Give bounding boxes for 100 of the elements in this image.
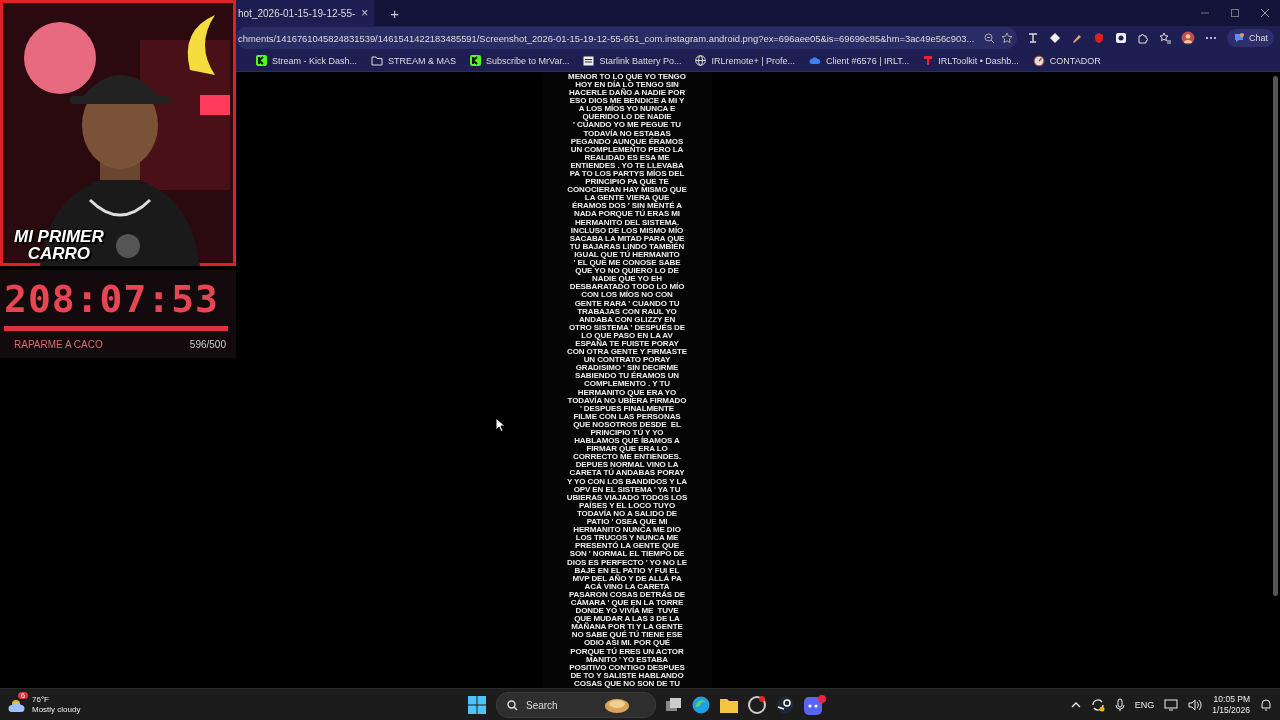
folder-icon (371, 55, 384, 66)
chat-button[interactable]: Chat (1227, 29, 1274, 48)
story-text-line: HERMANITO NUNCA ME DIO (573, 526, 681, 535)
story-text-line: POSITIVO CONTIGO DESPUES (569, 663, 685, 672)
globe-icon (695, 55, 707, 67)
diamond-icon[interactable] (1049, 32, 1061, 45)
story-text-line: LO QUE PASO EN LA AV (581, 331, 673, 340)
search-icon[interactable] (507, 699, 518, 711)
kick-icon (256, 55, 267, 67)
story-text-line: ' CUANDO YO ME PEGUE TU (573, 121, 681, 130)
browser-tab[interactable]: hot_2026-01-15-19-12-55- × (236, 0, 375, 26)
story-text-line: PEGANDO AUNQUE ÉRAMOS (570, 137, 684, 146)
close-icon[interactable] (1260, 8, 1270, 18)
story-text-line: DIOS ES PERFECTO ' YO NO LE (567, 558, 687, 567)
story-text-line: NADA PORQUE TÚ ERAS MI (574, 210, 680, 219)
caption-text: MI PRIMER (14, 228, 104, 245)
speaker-icon[interactable] (1188, 699, 1203, 711)
language-indicator[interactable]: ENG (1134, 700, 1155, 710)
story-text-line: CARETA TÚ ANDABAS PORAY (569, 469, 685, 478)
star-icon[interactable] (1001, 32, 1013, 45)
story-text-line: DONDE YO VIVÍA ME TUVE (575, 607, 679, 616)
bookmark[interactable]: STREAM & MAS (371, 55, 457, 66)
folder-icon[interactable] (720, 697, 738, 713)
monitor-icon[interactable] (1164, 699, 1179, 711)
story-text-line: DE TO Y SALISTE HABLANDO (570, 671, 684, 680)
gauge-icon (1032, 55, 1045, 67)
pen-icon[interactable] (1071, 32, 1083, 45)
bookmark[interactable]: CONTADOR (1032, 55, 1101, 67)
story-text-line: CONOCIERAN HAY MISMO QUE (567, 186, 687, 195)
app-icon[interactable] (748, 696, 766, 714)
edge-icon[interactable] (692, 696, 710, 714)
story-text-line: DESBARATADO TODO LO MÍO (569, 283, 685, 292)
story-text-line: HERMANITO DEL SISTEMA. (574, 218, 680, 227)
story-text-line: TODAVÍA NO ESTABAS (583, 129, 671, 138)
story-text-line: FIRMAR QUE ERA LO (586, 445, 668, 454)
story-text-line: MENOR TO LO QUE YO TENGO (568, 72, 686, 81)
bookmark[interactable]: Subscribe to MrVar... (470, 55, 570, 67)
notifications-icon[interactable] (1260, 699, 1272, 711)
start-icon[interactable] (468, 696, 486, 714)
story-text-line: QUERIDO LO DE NADIE (582, 113, 672, 122)
task-view-icon[interactable] (666, 698, 682, 712)
story-text-line: PORQUE TÚ ERES UN ACTOR (570, 647, 684, 656)
address-bar[interactable]: chments/1416761045824831539/1461541422183485591/Screenshot_2026-01-15-19-12-55-651_com.instagram.android.png?ex=696aee05&is=69699c85&hm=3ac49e56c903... (236, 27, 1017, 50)
bookmark[interactable]: IRLremote+ | Profe... (695, 55, 796, 67)
countdown-timer: 208:07:53 (4, 276, 220, 322)
extension-icon[interactable] (1115, 32, 1127, 45)
story-text-line: COSAS QUE NO SON DE TU (574, 679, 680, 688)
story-text-line: Y YO CON LOS BANDIDOS Y LA (567, 477, 687, 486)
story-text-line: MVP DEL AÑO Y DE ALLÁ PA (572, 574, 682, 583)
shield-icon[interactable] (1093, 32, 1105, 45)
story-text-line: TODAVÍA NO A SALIDO DE (576, 509, 678, 519)
favorites-icon[interactable] (1159, 32, 1171, 45)
close-tab-button[interactable]: × (361, 6, 369, 20)
story-text-line: UBIERAS VIAJADO TODOS LOS (566, 493, 688, 502)
story-text-line: OPV EN EL SISTEMA ' YA TU (573, 485, 681, 494)
clock[interactable]: 10:05 PM 1/15/2026 (1212, 694, 1250, 716)
story-text-line: FILME CON LAS PERSONAS (573, 412, 681, 421)
story-text-line: PATIO ' OSEA QUE MI (586, 518, 668, 527)
story-text-line: COMPLEMENTO . Y TU (584, 380, 670, 389)
temperature: 76°F (32, 695, 50, 705)
bookmark[interactable]: Client #6576 | IRLT... (809, 55, 910, 66)
story-text-line: MANITO ' YO ESTABA (586, 655, 668, 664)
toolkit-icon (923, 55, 934, 67)
microphone-icon[interactable] (1114, 698, 1125, 712)
story-text-line: NO SABE QUÉ TÚ TIENE ESE (571, 631, 683, 640)
more-icon[interactable] (1205, 36, 1217, 41)
story-text-line: CORRECTO ME ENTIENDES. (573, 453, 681, 462)
story-text-line: LOS TRUCOS Y NUNCA ME (575, 534, 679, 543)
story-text-line: GENTE RARA ' CUANDO TU (574, 299, 680, 308)
story-text-line: QUE MUDAR A LAS 3 DE LA (574, 615, 680, 624)
story-text-line: QUE YO NO QUIERO LO DE (575, 267, 679, 276)
story-text-line: BAJE EN EL PATIO Y FUI EL (574, 566, 680, 575)
story-text-line: GRADISIMO ' SIN DECIRME (575, 364, 679, 373)
cloud-icon (809, 56, 822, 66)
food-icon (604, 696, 630, 714)
story-text-line: CÁMARA ' QUE EN LA TORRE (570, 598, 684, 607)
story-text-line: SON ' NORMAL EL TIEMPO DE (569, 550, 685, 559)
story-text-line: PASARON COSAS DETRÁS DE (568, 590, 686, 599)
bookmark[interactable]: IRLToolkit • Dashb... (923, 55, 1019, 67)
chat-icon (1233, 32, 1245, 45)
extension-icon[interactable] (1027, 32, 1039, 45)
story-text-line: UN CONTRATO PORAY (583, 356, 671, 365)
chevron-up-icon[interactable] (1070, 702, 1081, 708)
zoom-icon[interactable] (984, 32, 995, 44)
discord-icon[interactable] (804, 695, 826, 715)
story-text-line: HERMANITO QUE ERA YO (577, 388, 677, 397)
steam-icon[interactable] (776, 696, 794, 714)
new-tab-button[interactable]: + (384, 3, 406, 23)
bookmark[interactable]: Stream - Kick Dash... (256, 55, 358, 67)
sync-icon[interactable] (1090, 698, 1105, 712)
story-text-line: IGUAL QUE TÚ HERMANITO (574, 250, 680, 259)
scrollbar-thumb[interactable] (1273, 75, 1278, 596)
maximize-icon[interactable] (1230, 8, 1240, 18)
search-bar[interactable]: Search (496, 692, 656, 718)
avatar-icon[interactable] (1181, 31, 1195, 46)
story-text-line: LA GENTE VIERA QUE (584, 194, 670, 203)
story-text-line: ' EL QUE ME CONOSE SABE (573, 259, 681, 268)
story-text-line: TODAVÍA NO UBIERA FIRMADO (567, 396, 687, 405)
bookmark[interactable]: Starlink Battery Po... (583, 55, 682, 66)
search-field[interactable]: Search (524, 698, 598, 712)
